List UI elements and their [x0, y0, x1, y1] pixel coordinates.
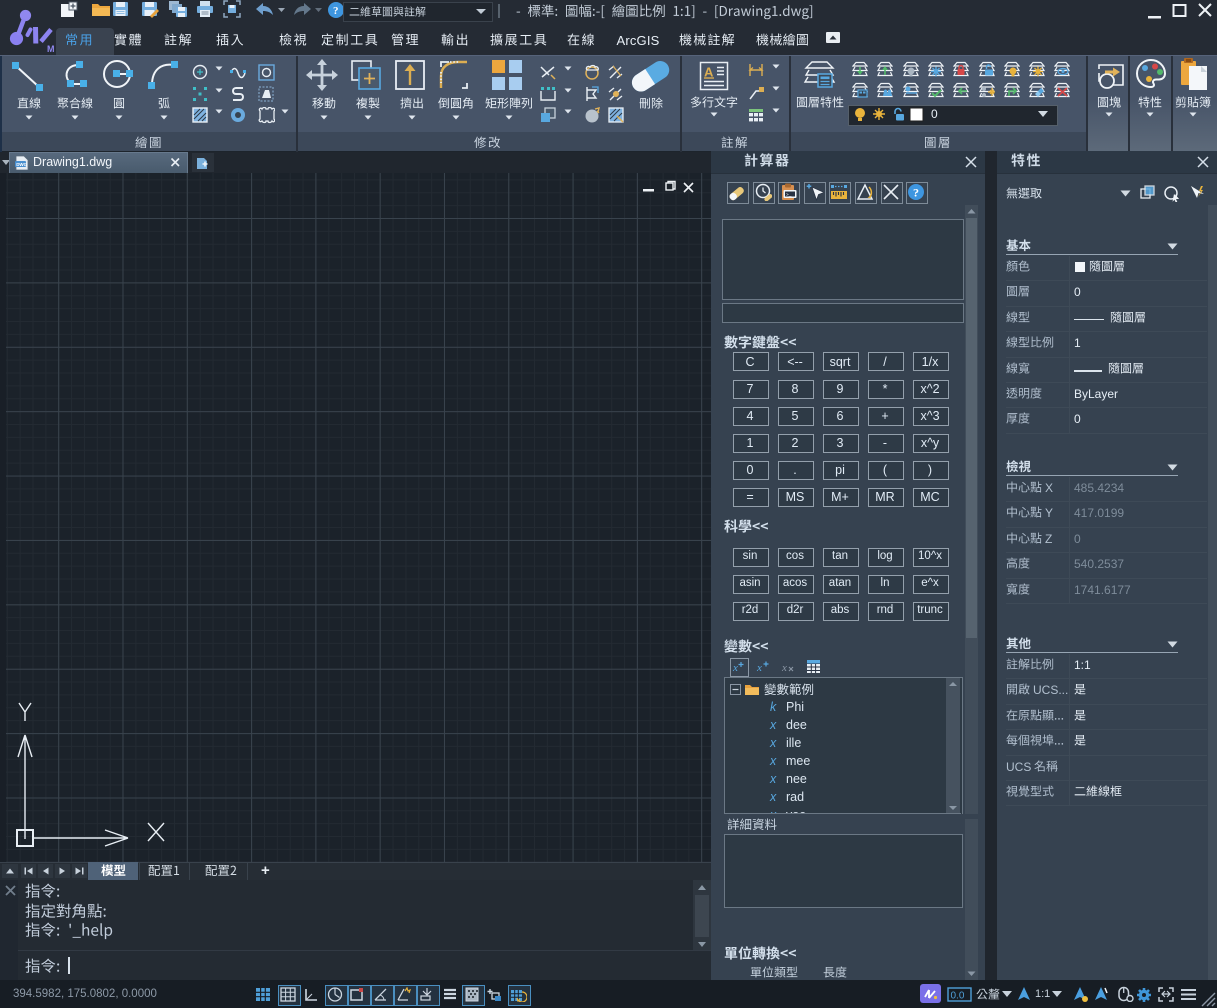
svg-text:A: A — [704, 65, 714, 80]
svg-text:M: M — [47, 44, 54, 54]
svg-text:x: x — [756, 662, 762, 674]
svg-text:x: x — [781, 662, 787, 674]
svg-text:>_: >_ — [786, 192, 792, 198]
svg-text:x: x — [732, 662, 738, 674]
svg-text:0.0: 0.0 — [951, 991, 965, 1002]
svg-text:DWG: DWG — [16, 162, 27, 167]
svg-text:?: ? — [913, 186, 919, 200]
svg-text:?: ? — [333, 5, 339, 17]
